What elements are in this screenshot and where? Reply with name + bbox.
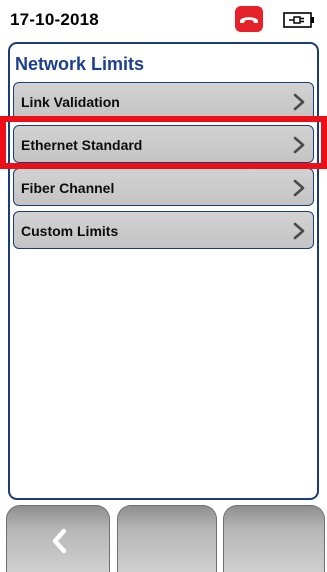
back-arrow-icon: [51, 528, 67, 559]
menu-item-label: Fiber Channel: [21, 180, 115, 196]
menu-item-label: Link Validation: [21, 94, 120, 110]
chevron-right-icon: [293, 136, 305, 159]
panel-title: Network Limits: [15, 54, 145, 74]
softkey-right[interactable]: [223, 505, 325, 572]
battery-plug-icon: [283, 12, 315, 33]
device-screen: 17-10-2018 Network Limits Link Validatio…: [0, 0, 327, 572]
menu-item-custom-limits[interactable]: Custom Limits: [13, 211, 314, 249]
network-limits-panel: Network Limits Link Validation Ethernet …: [8, 42, 319, 500]
chevron-right-icon: [293, 93, 305, 116]
softkey-middle[interactable]: [117, 505, 217, 572]
menu-item-label: Custom Limits: [21, 223, 119, 239]
menu-item-label: Ethernet Standard: [21, 137, 143, 153]
menu-item-link-validation[interactable]: Link Validation: [13, 82, 314, 120]
phone-hangup-icon[interactable]: [235, 6, 263, 32]
chevron-right-icon: [293, 179, 305, 202]
chevron-right-icon: [293, 222, 305, 245]
menu-item-ethernet-standard[interactable]: Ethernet Standard: [13, 125, 314, 163]
status-bar: 17-10-2018: [0, 0, 327, 40]
menu-item-fiber-channel[interactable]: Fiber Channel: [13, 168, 314, 206]
status-date: 17-10-2018: [10, 10, 99, 29]
back-button[interactable]: [6, 505, 110, 572]
